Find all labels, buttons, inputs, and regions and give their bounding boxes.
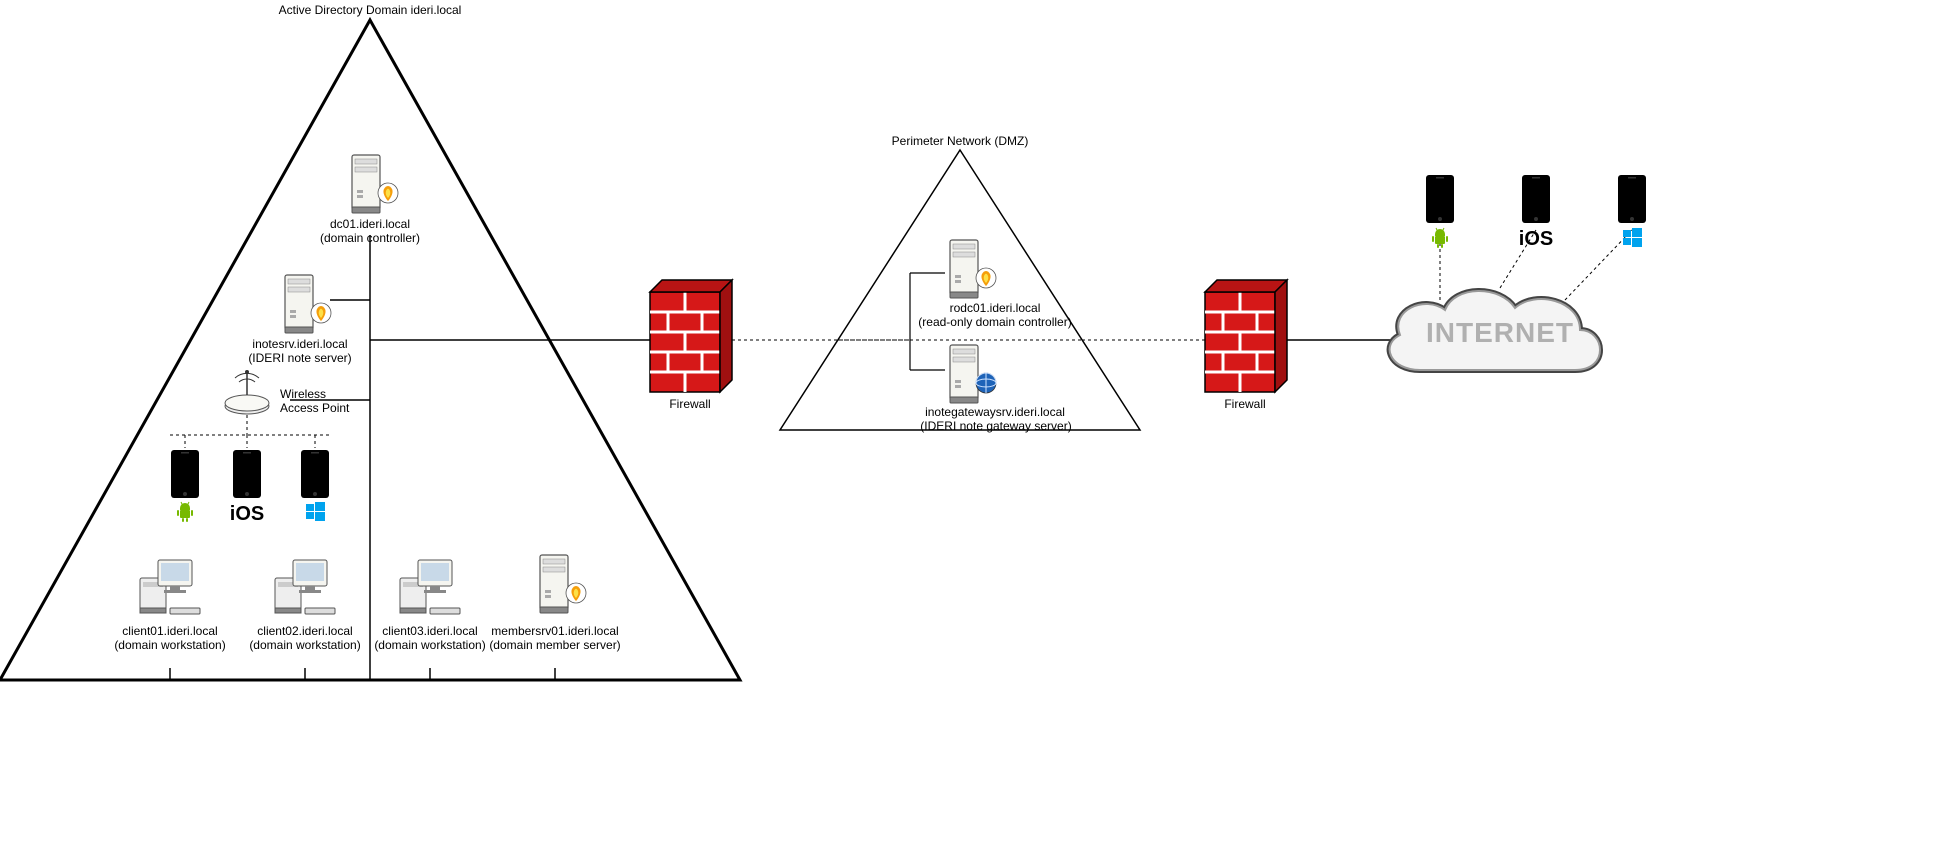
wap-label-1: Wireless	[280, 387, 326, 401]
client01-hostname: client01.ideri.local	[122, 624, 217, 638]
windows-icon	[306, 502, 325, 521]
note-server	[285, 275, 331, 333]
local-phone-windows	[301, 450, 329, 498]
member-server	[540, 555, 586, 613]
dmz-title: Perimeter Network (DMZ)	[892, 134, 1029, 148]
memberserver-role: (domain member server)	[489, 638, 620, 652]
wireless-ap	[225, 370, 269, 414]
internet-phone-android	[1426, 175, 1454, 223]
rodc-hostname: rodc01.ideri.local	[950, 301, 1041, 315]
windows-icon	[1623, 228, 1642, 247]
domain-controller	[352, 155, 398, 213]
network-diagram: Active Directory Domain ideri.local dc01…	[0, 0, 1955, 853]
dmz-zone: Perimeter Network (DMZ) rodc01.ideri.loc…	[780, 134, 1140, 433]
firewall-1	[650, 280, 732, 392]
client01-role: (domain workstation)	[114, 638, 225, 652]
dc-role: (domain controller)	[320, 231, 420, 245]
firewall2-label: Firewall	[1224, 397, 1265, 411]
ad-domain-title: Active Directory Domain ideri.local	[279, 3, 462, 17]
rodc	[950, 240, 996, 298]
client03	[400, 560, 460, 614]
firewall-2	[1205, 280, 1287, 392]
client03-hostname: client03.ideri.local	[382, 624, 477, 638]
client02	[275, 560, 335, 614]
ios-label: iOS	[1519, 228, 1553, 250]
client02-hostname: client02.ideri.local	[257, 624, 352, 638]
memberserver-hostname: membersrv01.ideri.local	[491, 624, 618, 638]
gateway-role: (IDERI note gateway server)	[920, 419, 1071, 433]
internet-phone-ios	[1522, 175, 1550, 223]
noteserver-hostname: inotesrv.ideri.local	[252, 337, 347, 351]
client01	[140, 560, 200, 614]
ad-domain-zone: Active Directory Domain ideri.local dc01…	[0, 3, 740, 680]
client02-role: (domain workstation)	[249, 638, 360, 652]
local-phone-ios	[233, 450, 261, 498]
note-gateway	[950, 345, 996, 403]
local-phone-android	[171, 450, 199, 498]
android-icon	[177, 502, 193, 522]
gateway-hostname: inotegatewaysrv.ideri.local	[925, 405, 1065, 419]
wap-label-2: Access Point	[280, 401, 350, 415]
internet-phone-windows	[1618, 175, 1646, 223]
client03-role: (domain workstation)	[374, 638, 485, 652]
internet-label: INTERNET	[1426, 317, 1574, 348]
firewall1-label: Firewall	[669, 397, 710, 411]
ios-label: iOS	[230, 503, 264, 525]
noteserver-role: (IDERI note server)	[248, 351, 351, 365]
dc-hostname: dc01.ideri.local	[330, 217, 410, 231]
rodc-role: (read-only domain controller)	[918, 315, 1071, 329]
